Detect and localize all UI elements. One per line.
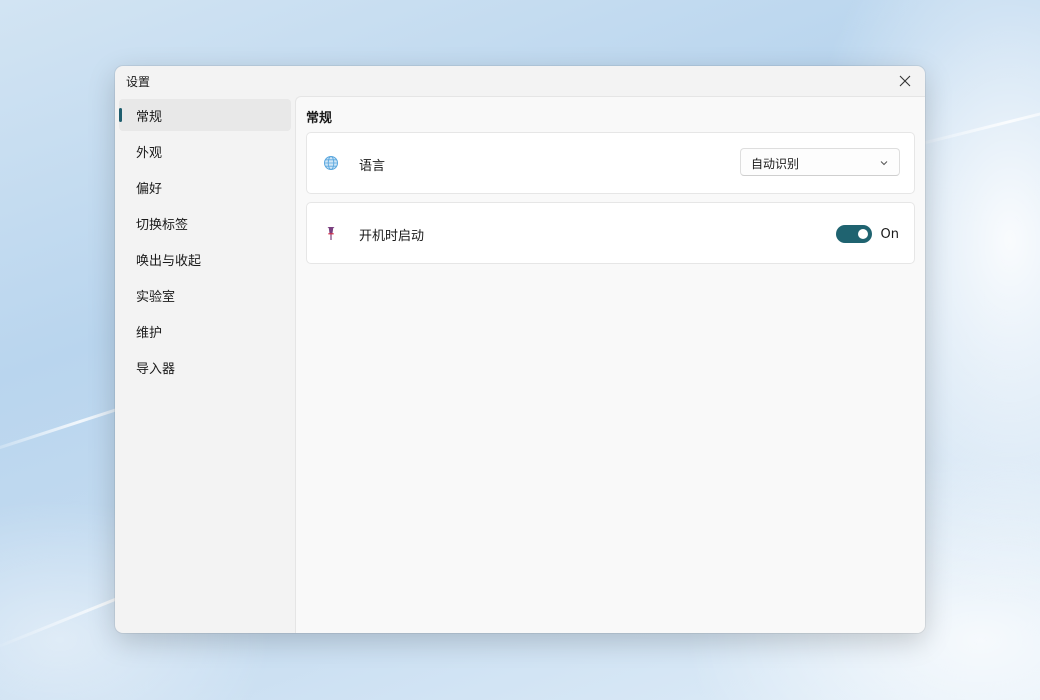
- active-indicator: [119, 108, 122, 122]
- sidebar-item-show-hide[interactable]: 唤出与收起: [119, 243, 291, 275]
- sidebar-item-label: 实验室: [136, 289, 176, 305]
- window-title: 设置: [126, 75, 151, 89]
- close-icon: [899, 75, 911, 87]
- sidebar-item-importer[interactable]: 导入器: [119, 351, 291, 383]
- startup-toggle-state: On: [880, 227, 899, 242]
- sidebar-item-labs[interactable]: 实验室: [119, 279, 291, 311]
- section-title: 常规: [306, 111, 333, 126]
- sidebar-item-label: 常规: [136, 109, 163, 125]
- startup-toggle[interactable]: [836, 225, 872, 243]
- sidebar-item-preferences[interactable]: 偏好: [119, 171, 291, 203]
- sidebar-item-label: 唤出与收起: [136, 253, 202, 269]
- sidebar-item-maintenance[interactable]: 维护: [119, 315, 291, 347]
- language-dropdown-value: 自动识别: [751, 157, 800, 171]
- startup-label: 开机时启动: [359, 229, 425, 244]
- chevron-down-icon: [880, 161, 888, 166]
- settings-window: 设置 常规 外观 偏好 切换标签 唤出与收起 实验室 维护 导入器 常规 语言 …: [115, 66, 925, 633]
- sidebar-item-label: 外观: [136, 145, 163, 161]
- toggle-knob: [858, 229, 868, 239]
- settings-content: 常规 语言 自动识别 开机时启动 On: [295, 96, 925, 633]
- sidebar-item-general[interactable]: 常规: [119, 99, 291, 131]
- sidebar-item-appearance[interactable]: 外观: [119, 135, 291, 167]
- sidebar-item-label: 维护: [136, 325, 163, 341]
- sidebar-item-label: 导入器: [136, 361, 176, 377]
- globe-icon: [324, 156, 338, 170]
- title-bar[interactable]: 设置: [115, 66, 925, 96]
- sidebar-item-label: 偏好: [136, 181, 163, 197]
- sidebar-item-label: 切换标签: [136, 217, 189, 233]
- pin-icon: [327, 227, 335, 240]
- startup-setting-card: 开机时启动 On: [306, 202, 915, 264]
- language-label: 语言: [359, 159, 386, 174]
- language-setting-card: 语言 自动识别: [306, 132, 915, 194]
- sidebar-nav: 常规 外观 偏好 切换标签 唤出与收起 实验室 维护 导入器: [115, 96, 295, 633]
- sidebar-item-switch-tabs[interactable]: 切换标签: [119, 207, 291, 239]
- close-button[interactable]: [885, 66, 925, 96]
- language-dropdown[interactable]: 自动识别: [740, 148, 900, 176]
